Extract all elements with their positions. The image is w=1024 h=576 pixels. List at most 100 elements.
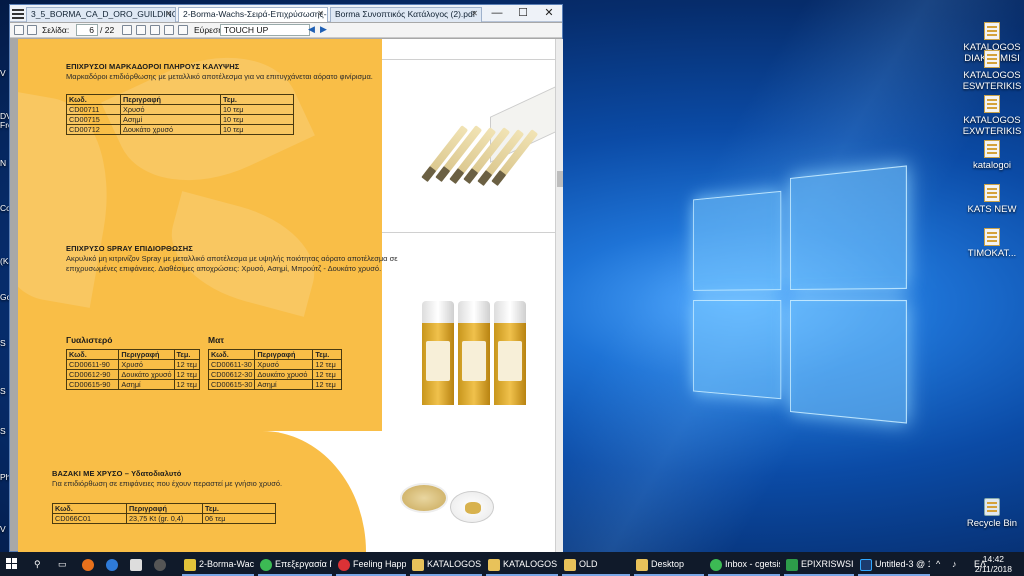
desktop-icon-label: KATS NEW bbox=[967, 204, 1017, 215]
clock-time: 14:42 bbox=[982, 554, 1005, 564]
folder-icon bbox=[564, 558, 576, 571]
section-title-spray: ΕΠΙΧΡΥΣΟ SPRAY ΕΠΙΔΙΟΡΘΩΣΗΣ bbox=[66, 244, 193, 253]
zoom-out-icon[interactable] bbox=[150, 25, 160, 35]
chrome-icon bbox=[260, 558, 272, 571]
search-prev-icon[interactable]: ◀ bbox=[308, 24, 315, 35]
desktop-icon-kats-new[interactable]: KATS NEW bbox=[962, 184, 1022, 215]
rotate-icon[interactable] bbox=[136, 25, 146, 35]
document-icon bbox=[984, 140, 1000, 158]
gold-jar-product-image bbox=[400, 483, 448, 513]
desktop-icon-timokat[interactable]: TIMOKAT... bbox=[962, 228, 1022, 259]
mail-icon[interactable] bbox=[128, 552, 146, 576]
search-next-icon[interactable]: ▶ bbox=[320, 24, 327, 35]
taskbar-item-folder-old[interactable]: OLD bbox=[562, 552, 630, 576]
task-view-icon[interactable]: ▭ bbox=[56, 552, 72, 576]
folder-icon bbox=[488, 558, 500, 571]
table-row: CD00612-90 Δουκάτο χρυσό 12 τεμ bbox=[65, 369, 201, 380]
volume-icon[interactable]: ♪ bbox=[950, 552, 962, 576]
document-icon bbox=[984, 184, 1000, 202]
markers-product-image bbox=[412, 85, 556, 203]
document-icon bbox=[984, 22, 1000, 40]
section-desc-markers: Μαρκαδόροι επιδιόρθωσης με μεταλλικό απο… bbox=[66, 72, 373, 81]
markers-table: Κωδ. Περιγραφή Τεμ. CD00711 Χρυσό 10 τεμ CD0… bbox=[66, 94, 294, 135]
clock[interactable]: 14:42 2/11/2018 bbox=[975, 554, 1012, 574]
pdf-app-icon bbox=[184, 558, 196, 571]
table-row: CD00611-30 Χρυσό 12 τεμ bbox=[207, 359, 342, 370]
desktop-icon-katalogos-eswterikis[interactable]: KATALOGOS ESWTERIKIS bbox=[962, 50, 1022, 92]
section-title-jar: ΒΑΖΑΚΙ ΜΕ ΧΡΥΣΟ – Υδατοδιαλυτό bbox=[52, 469, 182, 478]
tab-borma-ca-d-oro[interactable]: 3_5_BORMA_CA_D_ORO_GUILDING_LINE.pdf✕ bbox=[26, 7, 176, 22]
recycle-bin-icon bbox=[984, 498, 1000, 516]
close-tab-icon[interactable]: ✕ bbox=[165, 9, 172, 18]
taskbar-item-photoshop[interactable]: Untitled-3 @ 10... bbox=[858, 552, 930, 576]
close-tab-icon[interactable]: ✕ bbox=[471, 9, 478, 18]
desktop-icon-label: katalogoi bbox=[972, 160, 1012, 171]
table-row: CD00615-90 Ασημί 12 τεμ bbox=[65, 379, 201, 390]
minimize-button[interactable]: — bbox=[484, 5, 510, 21]
table-row: CD00611-90 Χρυσό 12 τεμ bbox=[65, 359, 201, 370]
tab-borma-wachs[interactable]: 2-Borma-Wachs-Σειρά-Επιχρύσωσης-1.pdf✕ bbox=[178, 7, 328, 22]
app-icon[interactable] bbox=[152, 552, 170, 576]
windows-logo-wallpaper bbox=[686, 155, 918, 444]
taskbar-item-chrome-2[interactable]: Feeling Happy -... bbox=[336, 552, 406, 576]
open-icon[interactable] bbox=[14, 25, 24, 35]
glossy-table: Κωδ. Περιγραφή Τεμ. CD00611-90 Χρυσό 12 τεμ … bbox=[65, 349, 201, 390]
maximize-button[interactable]: ☐ bbox=[510, 5, 536, 21]
document-icon bbox=[984, 95, 1000, 113]
table-row: CD066C01 23,75 Kt (gr. 0,4) 06 τεμ bbox=[52, 513, 276, 524]
divider bbox=[382, 232, 556, 233]
lower-yellow-panel bbox=[18, 431, 366, 552]
photoshop-icon bbox=[860, 558, 872, 571]
firefox-icon[interactable] bbox=[80, 552, 98, 576]
tab-label: Borma Συνοπτικός Κατάλογος (2).pdf bbox=[335, 9, 476, 19]
zoom-in-icon[interactable] bbox=[164, 25, 174, 35]
taskbar-item-folder-1[interactable]: KATALOGOS DI... bbox=[410, 552, 482, 576]
print-icon[interactable] bbox=[27, 25, 37, 35]
start-windows-icon[interactable] bbox=[6, 558, 18, 570]
table-row: CD00715 Ασημί 10 τεμ bbox=[66, 114, 294, 125]
folder-icon bbox=[412, 558, 424, 571]
desktop-icon-label: TIMOKAT... bbox=[967, 248, 1017, 259]
gold-dish-product-image bbox=[450, 491, 494, 523]
taskbar-item-pdf[interactable]: 2-Borma-Wach... bbox=[182, 552, 254, 576]
page-number-input[interactable]: 6 bbox=[76, 24, 98, 36]
taskbar-item-folder-2[interactable]: KATALOGOS ES... bbox=[486, 552, 558, 576]
tab-borma-catalog[interactable]: Borma Συνοπτικός Κατάλογος (2).pdf ✕ bbox=[330, 7, 482, 22]
section-desc-spray-2: επιχρυσωμένες επιφάνειες. Διαθέσιμες απο… bbox=[66, 264, 382, 273]
section-desc-jar: Για επιδιόρθωση σε επιφάνειες που έχουν … bbox=[52, 479, 283, 488]
taskbar-item-chrome-1[interactable]: Επεξεργασία Πρ... bbox=[258, 552, 332, 576]
page-label: Σελίδα: bbox=[42, 25, 70, 35]
tab-bar: 3_5_BORMA_CA_D_ORO_GUILDING_LINE.pdf✕ 2-… bbox=[10, 5, 562, 22]
glossy-heading: Γυαλιστερό bbox=[66, 335, 113, 345]
scrollbar-thumb[interactable] bbox=[557, 171, 563, 187]
pdf-page: ΕΠΙΧΡΥΣΟΙ ΜΑΡΚΑΔΟΡΟΙ ΠΛΗΡΟΥΣ ΚΑΛΥΨΗΣ Μαρ… bbox=[18, 39, 556, 552]
section-title-markers: ΕΠΙΧΡΥΣΟΙ ΜΑΡΚΑΔΟΡΟΙ ΠΛΗΡΟΥΣ ΚΑΛΥΨΗΣ bbox=[66, 62, 240, 71]
close-tab-icon[interactable]: ✕ bbox=[317, 9, 324, 18]
divider bbox=[382, 59, 556, 60]
table-row: CD00712 Δουκάτο χρυσό 10 τεμ bbox=[66, 124, 294, 135]
document-icon bbox=[984, 228, 1000, 246]
search-input[interactable]: TOUCH UP bbox=[220, 24, 310, 36]
search-icon[interactable]: ⚲ bbox=[32, 552, 48, 576]
close-button[interactable]: ✕ bbox=[536, 5, 562, 21]
vertical-scrollbar[interactable] bbox=[555, 39, 563, 552]
desktop-icon-recycle-bin[interactable]: Recycle Bin bbox=[962, 498, 1022, 529]
taskbar-item-desktop[interactable]: Desktop bbox=[634, 552, 704, 576]
taskbar-item-calc[interactable]: EPIXRISWSIS.od... bbox=[784, 552, 854, 576]
desktop-icon-katalogos-exwterikis[interactable]: KATALOGOS EXWTERIKIS bbox=[962, 95, 1022, 137]
edge-icon[interactable] bbox=[104, 552, 122, 576]
hamburger-menu-icon[interactable] bbox=[12, 7, 24, 19]
matt-heading: Ματ bbox=[208, 335, 225, 345]
desktop-icon-label: Recycle Bin bbox=[966, 518, 1018, 529]
matt-table: Κωδ. Περιγραφή Τεμ. CD00611-30 Χρυσό 12 τεμ … bbox=[207, 349, 342, 390]
document-icon bbox=[984, 50, 1000, 68]
jar-table: Κωδ. Περιγραφή Τεμ. CD066C01 23,75 Kt (gr. … bbox=[52, 503, 276, 524]
tab-label: 2-Borma-Wachs-Σειρά-Επιχρύσωσης-1.pdf bbox=[183, 9, 327, 19]
table-row: CD00711 Χρυσό 10 τεμ bbox=[66, 104, 294, 115]
taskbar-item-inbox[interactable]: Inbox - cgetsis... bbox=[708, 552, 780, 576]
fit-page-icon[interactable] bbox=[178, 25, 188, 35]
first-page-icon[interactable] bbox=[122, 25, 132, 35]
desktop-icon-katalogoi[interactable]: katalogoi bbox=[962, 140, 1022, 171]
taskbar: ⚲ ▭ 2-Borma-Wach... Επεξεργασία Πρ... Fe… bbox=[0, 552, 1024, 576]
tray-chevron-icon[interactable]: ^ bbox=[934, 552, 946, 576]
